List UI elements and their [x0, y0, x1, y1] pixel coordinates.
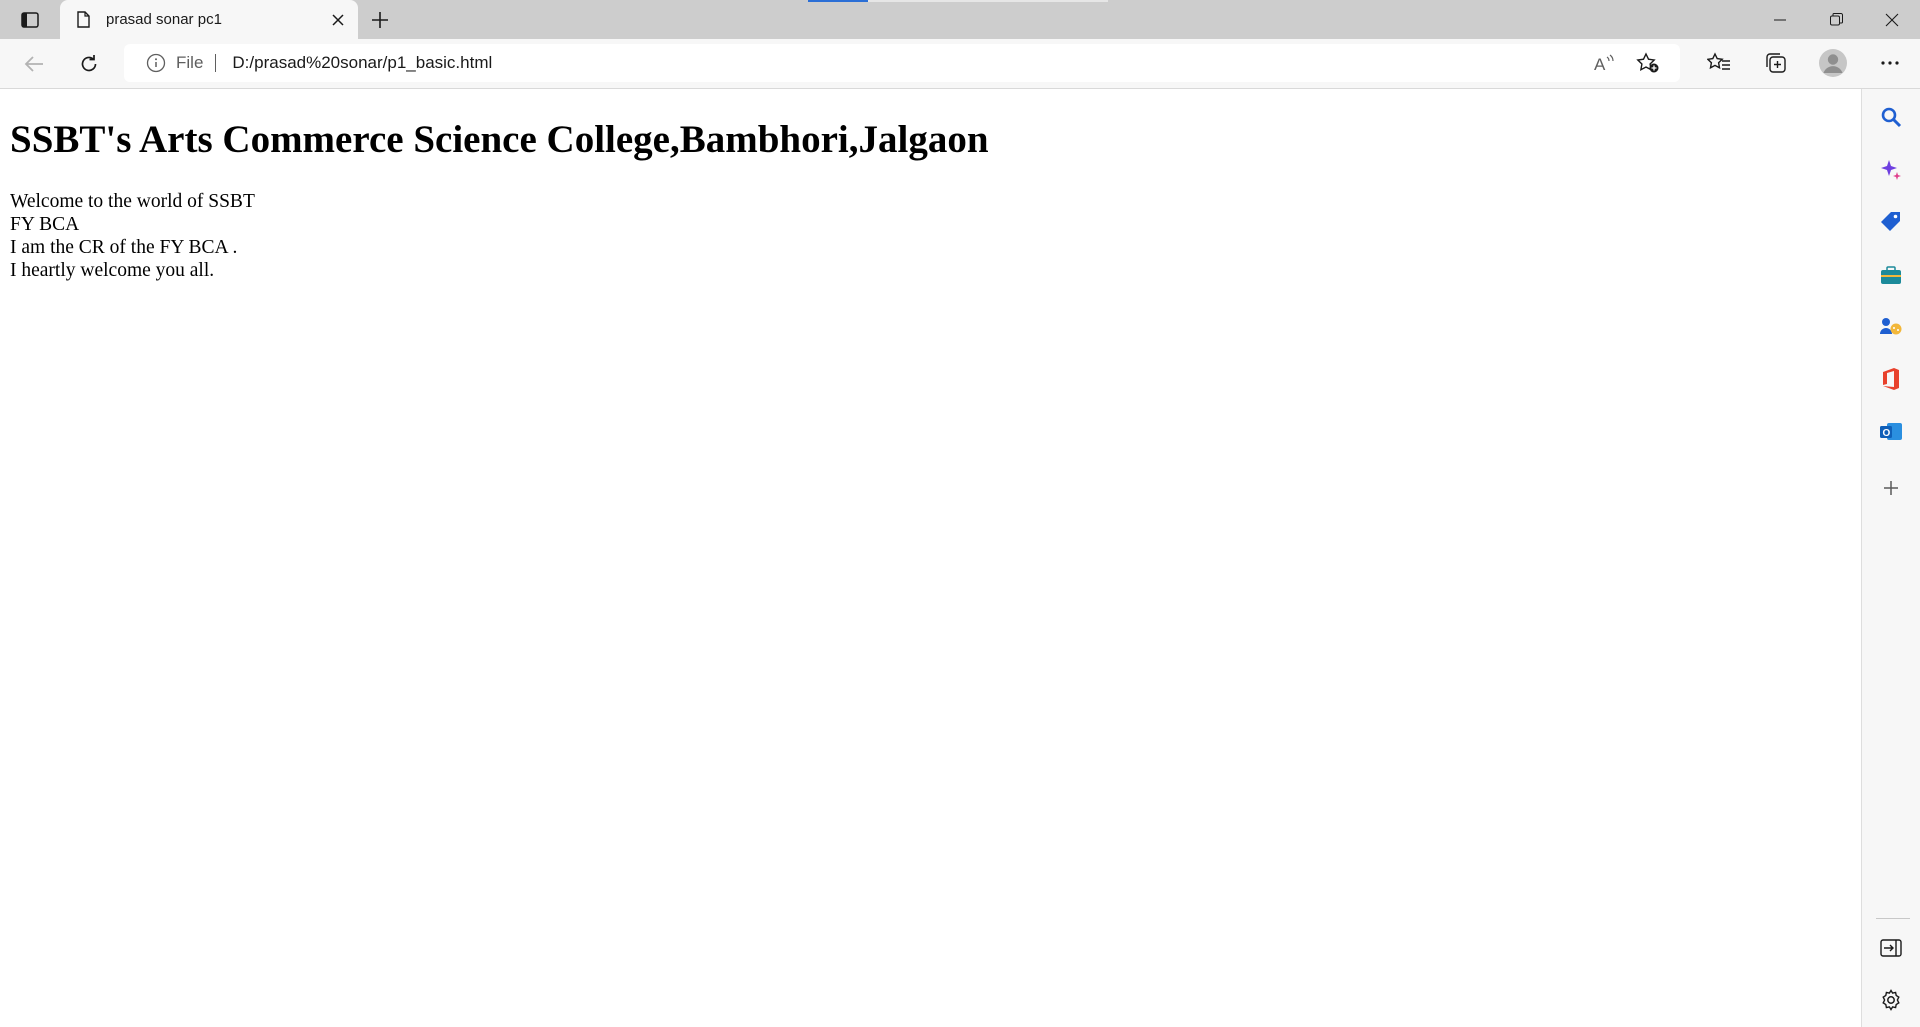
tab-actions-icon[interactable] [14, 8, 46, 32]
profile-avatar-icon[interactable] [1804, 44, 1861, 82]
refresh-icon[interactable] [73, 49, 105, 79]
browser-toolbar: File D:/prasad%20sonar/p1_basic.html A [0, 39, 1920, 89]
address-separator [215, 54, 217, 72]
body-line: I am the CR of the FY BCA . [10, 237, 238, 258]
svg-text:A: A [1594, 55, 1606, 73]
body-line: Welcome to the world of SSBT [10, 191, 255, 212]
tools-icon[interactable] [1876, 260, 1906, 290]
loading-indicator [808, 0, 1108, 2]
toolbar-actions [1690, 44, 1918, 82]
back-arrow-icon[interactable] [18, 49, 50, 79]
add-icon[interactable] [1876, 473, 1906, 503]
window-controls [1752, 0, 1920, 39]
title-bar: prasad sonar pc1 [0, 0, 1920, 39]
outlook-icon[interactable]: O [1876, 417, 1906, 447]
more-options-icon[interactable] [1861, 44, 1918, 82]
plus-icon[interactable] [366, 6, 394, 34]
minimize-icon[interactable] [1752, 0, 1808, 39]
copilot-icon[interactable] [1876, 155, 1906, 185]
body-line: FY BCA [10, 214, 80, 235]
search-icon[interactable] [1876, 102, 1906, 132]
settings-icon[interactable] [1876, 985, 1906, 1015]
address-actions: A [1582, 48, 1670, 78]
shopping-icon[interactable] [1876, 207, 1906, 237]
page-viewport: SSBT's Arts Commerce Science College,Bam… [0, 89, 1861, 1027]
document-icon [74, 10, 92, 30]
star-plus-icon[interactable] [1626, 48, 1670, 78]
hide-sidebar-icon[interactable] [1876, 933, 1906, 963]
address-bar[interactable]: File D:/prasad%20sonar/p1_basic.html A [124, 44, 1680, 82]
info-icon[interactable] [146, 53, 166, 73]
svg-text:O: O [1883, 428, 1891, 439]
sidebar-divider [1876, 918, 1910, 919]
tab-title: prasad sonar pc1 [106, 11, 222, 28]
close-icon[interactable] [324, 6, 352, 34]
page-heading: SSBT's Arts Commerce Science College,Bam… [10, 118, 989, 161]
games-icon[interactable] [1876, 312, 1906, 342]
close-window-icon[interactable] [1864, 0, 1920, 39]
page-body: Welcome to the world of SSBT FY BCA I am… [10, 190, 255, 282]
edge-sidebar: O [1861, 89, 1920, 1027]
body-line: I heartly welcome you all. [10, 260, 215, 281]
restore-icon[interactable] [1808, 0, 1864, 39]
browser-tab[interactable]: prasad sonar pc1 [60, 0, 358, 39]
address-scheme-label: File [176, 53, 204, 72]
collections-icon[interactable] [1747, 44, 1804, 82]
favorites-icon[interactable] [1690, 44, 1747, 82]
office-icon[interactable] [1876, 364, 1906, 394]
address-url[interactable]: D:/prasad%20sonar/p1_basic.html [232, 53, 492, 73]
read-aloud-icon[interactable]: A [1582, 48, 1626, 78]
